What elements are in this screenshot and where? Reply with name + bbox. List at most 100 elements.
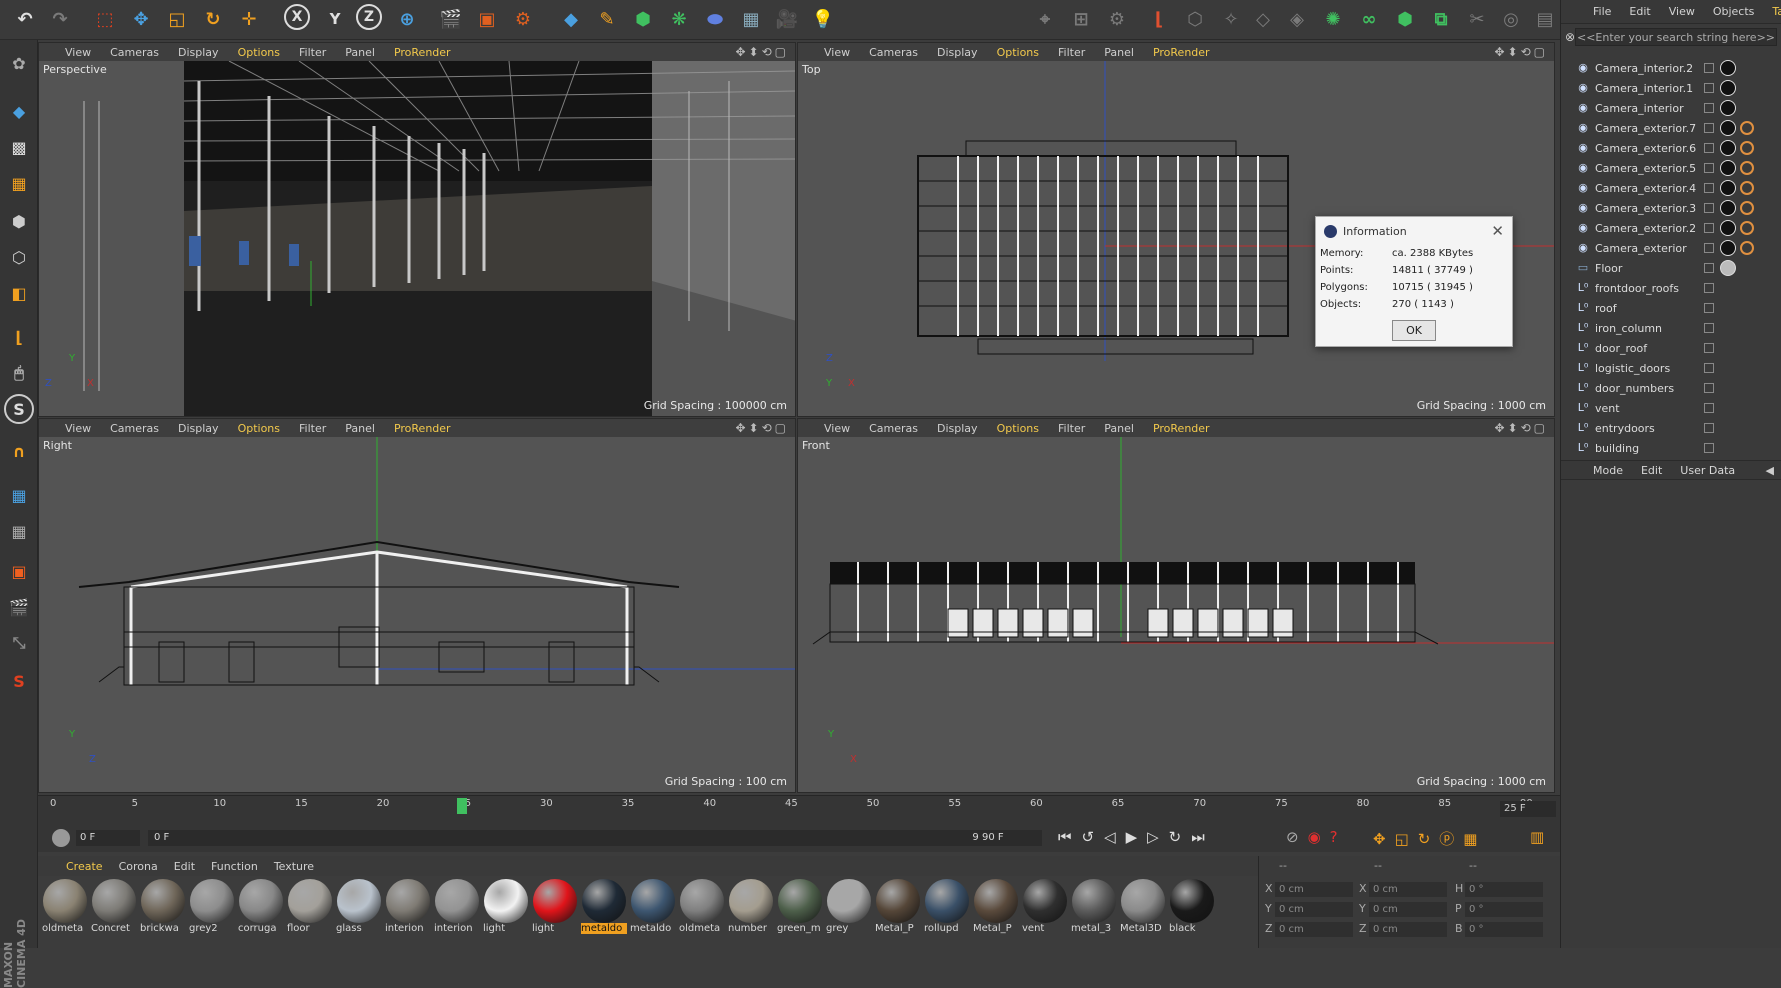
menu-filter[interactable]: Filter: [299, 422, 326, 435]
om-menu-objects[interactable]: Objects: [1713, 5, 1755, 18]
protection-tag-icon[interactable]: [1740, 181, 1754, 195]
visibility-toggle[interactable]: [1704, 143, 1714, 153]
menu-filter[interactable]: Filter: [299, 46, 326, 59]
menu-options[interactable]: Options: [238, 422, 280, 435]
menu-cameras[interactable]: Cameras: [869, 46, 918, 59]
material-swatch[interactable]: interion: [385, 879, 431, 937]
visibility-toggle[interactable]: [1704, 223, 1714, 233]
workplane-grid-icon[interactable]: ▦: [4, 168, 34, 198]
timeline-playhead[interactable]: [457, 798, 468, 814]
ok-button[interactable]: OK: [1392, 320, 1436, 341]
points-icon[interactable]: ⬢: [4, 206, 34, 236]
tweak-icon[interactable]: 🖱: [4, 358, 34, 388]
makeeditable-icon[interactable]: ✿: [4, 48, 34, 78]
menu-options[interactable]: Options: [238, 46, 280, 59]
cloner-icon[interactable]: ❋: [664, 4, 694, 34]
sculpt-icon[interactable]: ✧: [1216, 4, 1246, 34]
camera-tag-icon[interactable]: [1720, 100, 1736, 116]
object-mode-icon[interactable]: ⧉: [1426, 4, 1456, 34]
coord-value-field[interactable]: 0 cm: [1275, 922, 1353, 937]
camera-tag-icon[interactable]: [1720, 80, 1736, 96]
menu-options[interactable]: Options: [997, 422, 1039, 435]
transform-tool-icon[interactable]: ✛: [234, 4, 264, 34]
visibility-toggle[interactable]: [1704, 103, 1714, 113]
coord-value-field[interactable]: 0 cm: [1369, 902, 1447, 917]
menu-display[interactable]: Display: [937, 46, 978, 59]
timeline-ruler[interactable]: 051015202530354045505560657075808590 25 …: [38, 795, 1560, 825]
material-swatch[interactable]: Metal_P: [973, 879, 1019, 937]
menu-display[interactable]: Display: [178, 422, 219, 435]
camera-icon[interactable]: 🎥: [772, 4, 802, 34]
material-swatch[interactable]: number: [728, 879, 774, 937]
end-frame-field[interactable]: 90 F: [978, 830, 1042, 846]
material-swatch[interactable]: metal_3: [1071, 879, 1117, 937]
cube-primitive-icon[interactable]: ◆: [556, 4, 586, 34]
viewport-nav-icons[interactable]: ✥⬍⟲▢: [735, 421, 789, 435]
material-swatch[interactable]: Metal3D: [1120, 879, 1166, 937]
protection-tag-icon[interactable]: [1740, 241, 1754, 255]
dimension-icon[interactable]: ⤡: [4, 628, 34, 658]
object-row[interactable]: ◉ Camera_exterior.6: [1561, 138, 1781, 158]
material-swatch[interactable]: oldmeta: [679, 879, 725, 937]
z-axis-lock-icon[interactable]: Z: [356, 4, 382, 30]
coord-value-field[interactable]: 0 cm: [1275, 902, 1353, 917]
menu-panel[interactable]: Panel: [345, 46, 375, 59]
object-row[interactable]: L⁰ iron_column: [1561, 318, 1781, 338]
timeline-window-icon[interactable]: ▥: [1530, 828, 1544, 846]
world-coordinates-icon[interactable]: ⊕: [392, 4, 422, 34]
protection-tag-icon[interactable]: [1740, 201, 1754, 215]
floor-scene-icon[interactable]: ▦: [736, 4, 766, 34]
visibility-toggle[interactable]: [1704, 383, 1714, 393]
material-swatch[interactable]: vent: [1022, 879, 1068, 937]
axis-icon[interactable]: ⌊: [4, 322, 34, 352]
model-icon[interactable]: ◆: [4, 96, 34, 126]
menu-cameras[interactable]: Cameras: [869, 422, 918, 435]
menu-panel[interactable]: Panel: [1104, 422, 1134, 435]
material-swatch[interactable]: grey2: [189, 879, 235, 937]
material-swatch[interactable]: light: [483, 879, 529, 937]
protection-tag-icon[interactable]: [1740, 221, 1754, 235]
menu-view[interactable]: View: [824, 422, 850, 435]
om-menu-file[interactable]: File: [1593, 5, 1611, 18]
menu-panel[interactable]: Panel: [345, 422, 375, 435]
menu-panel[interactable]: Panel: [1104, 46, 1134, 59]
visibility-toggle[interactable]: [1704, 403, 1714, 413]
mat-menu-function[interactable]: Function: [211, 860, 258, 873]
menu-prorender[interactable]: ProRender: [1153, 46, 1210, 59]
object-row[interactable]: L⁰ door_numbers: [1561, 378, 1781, 398]
menu-display[interactable]: Display: [178, 46, 219, 59]
render-picture-viewer-icon[interactable]: ▣: [472, 4, 502, 34]
joint-icon[interactable]: ✂: [1462, 4, 1492, 34]
script-icon[interactable]: S: [4, 666, 34, 696]
viewport-nav-icons[interactable]: ✥⬍⟲▢: [1494, 421, 1548, 435]
weight-icon[interactable]: ◎: [1496, 4, 1526, 34]
viewport-right[interactable]: View Cameras Display Options Filter Pane…: [38, 418, 796, 793]
x-axis-lock-icon[interactable]: X: [284, 4, 310, 30]
material-swatch[interactable]: floor: [287, 879, 333, 937]
object-row[interactable]: ◉ Camera_exterior.2: [1561, 218, 1781, 238]
visibility-toggle[interactable]: [1704, 83, 1714, 93]
magnet-icon[interactable]: ∩: [4, 436, 34, 466]
object-row[interactable]: L⁰ building: [1561, 438, 1781, 458]
material-swatch[interactable]: interion: [434, 879, 480, 937]
visibility-toggle[interactable]: [1704, 63, 1714, 73]
select-tool-icon[interactable]: ⬚: [90, 4, 120, 34]
object-row[interactable]: ◉ Camera_exterior: [1561, 238, 1781, 258]
light-icon[interactable]: 💡: [808, 4, 838, 34]
protection-tag-icon[interactable]: [1740, 121, 1754, 135]
camera-tag-icon[interactable]: [1720, 140, 1736, 156]
visibility-toggle[interactable]: [1704, 363, 1714, 373]
visibility-toggle[interactable]: [1704, 283, 1714, 293]
menu-view[interactable]: View: [824, 46, 850, 59]
redo-icon[interactable]: ↷: [45, 4, 75, 34]
coord-value-field[interactable]: 0 cm: [1369, 922, 1447, 937]
camera-tag-icon[interactable]: [1720, 200, 1736, 216]
object-row[interactable]: L⁰ vent: [1561, 398, 1781, 418]
material-swatch[interactable]: black: [1169, 879, 1215, 937]
am-menu-userdata[interactable]: User Data: [1680, 464, 1735, 477]
quantize-icon[interactable]: ⚙: [1102, 4, 1132, 34]
snapping-icon[interactable]: S: [4, 394, 34, 424]
edges-icon[interactable]: ⬡: [4, 242, 34, 272]
object-row[interactable]: L⁰ roof: [1561, 298, 1781, 318]
om-menu-edit[interactable]: Edit: [1629, 5, 1650, 18]
